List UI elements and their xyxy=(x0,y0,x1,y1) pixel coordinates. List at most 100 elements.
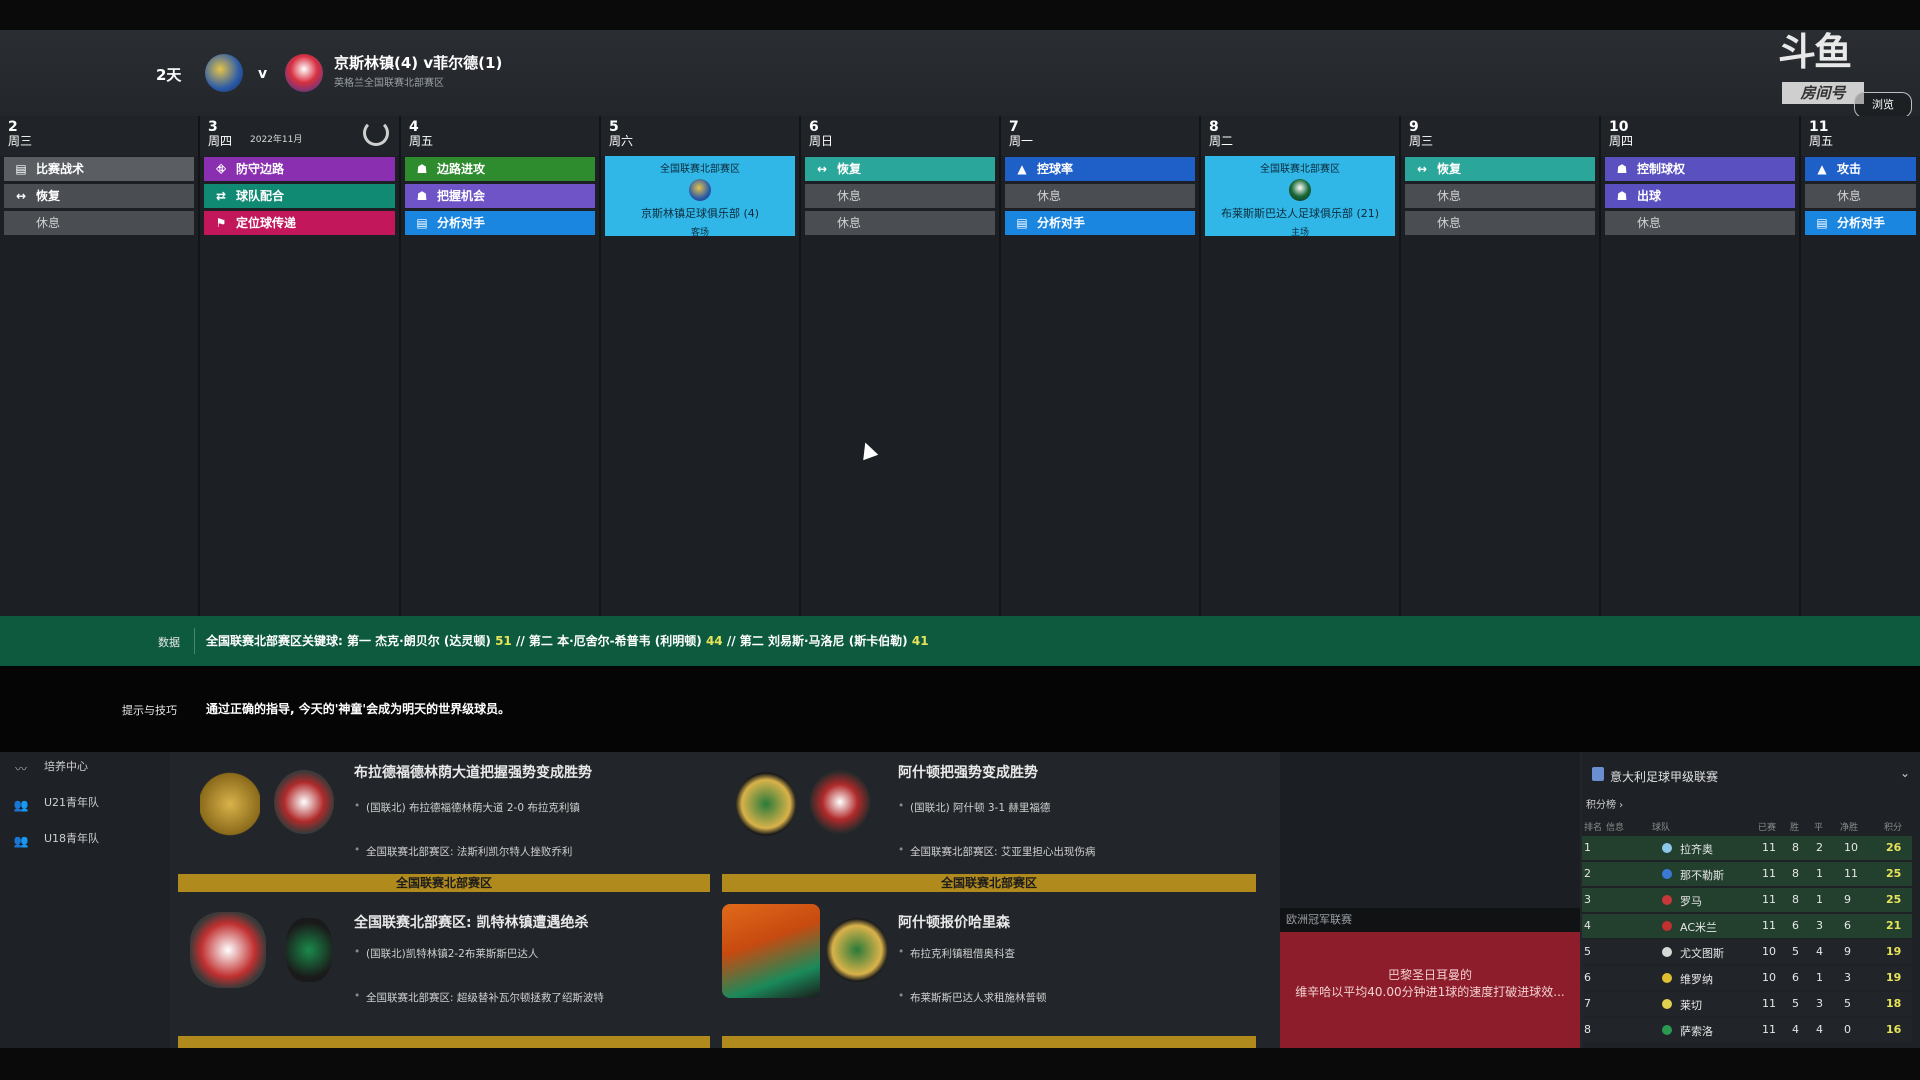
day-header: 2 周三 xyxy=(0,116,198,156)
calendar-day[interactable]: 3 周四 2022年11月 ⛗ 防守边路 ⇄ 球队配合 ⚑ 定位球传递 xyxy=(200,116,401,616)
news-card[interactable]: 全国联赛北部赛区: 凯特林镇遭遇绝杀 (国联北)凯特林镇2-2布莱斯斯巴达人 全… xyxy=(178,904,710,1028)
attack-icon: ▲ xyxy=(1817,162,1827,176)
session-slot[interactable]: ↔ 恢复 xyxy=(805,157,995,181)
session-slot[interactable]: 休息 xyxy=(4,211,194,235)
away-match-card[interactable]: 全国联赛北部赛区 京斯林镇足球俱乐部 (4) 客场 xyxy=(605,156,795,238)
calendar-day[interactable]: 2 周三 ▤ 比赛战术 ↔ 恢复 休息 xyxy=(0,116,200,616)
session-slot[interactable]: ☗ 边路进攻 xyxy=(405,157,595,181)
news-card[interactable]: 布拉德福德林荫大道把握强势变成胜势 (国联北) 布拉德福德林荫大道 2-0 布拉… xyxy=(178,752,710,876)
left-nav: 〰培养中心 👥 U21青年队 👥 U18青年队 xyxy=(0,752,170,1048)
club-badge-icon xyxy=(1662,921,1672,931)
calendar-day[interactable]: 4 周五 ☗ 边路进攻 ☗ 把握机会 ▤ 分析对手 xyxy=(401,116,601,616)
table-cell-d: 1 xyxy=(1816,971,1823,984)
table-cell-pts: 25 xyxy=(1886,893,1902,906)
table-row[interactable]: 4 AC米兰 11 6 3 6 21 xyxy=(1582,914,1912,938)
table-cell-team: 萨索洛 xyxy=(1680,1025,1713,1038)
news-bullet: (国联北) 布拉德福德林荫大道 2-0 布拉克利镇 xyxy=(354,800,580,815)
calendar-day[interactable]: 5 周六 全国联赛北部赛区 京斯林镇足球俱乐部 (4) 客场 xyxy=(601,116,801,616)
session-slot[interactable]: ↔ 恢复 xyxy=(4,184,194,208)
table-cell-pts: 21 xyxy=(1886,919,1902,932)
nav-item-development-centre[interactable]: 〰培养中心 xyxy=(10,756,88,778)
session-slot[interactable]: 休息 xyxy=(1005,184,1195,208)
session-slot[interactable]: ▤ 比赛战术 xyxy=(4,157,194,181)
table-cell-pos: 3 xyxy=(1584,893,1591,906)
away-club-crest-icon[interactable] xyxy=(285,54,323,92)
teamwork-icon: ⇄ xyxy=(215,189,227,203)
table-row[interactable]: 1 拉齐奥 11 8 2 10 26 xyxy=(1582,836,1912,860)
session-slot[interactable]: 休息 xyxy=(805,211,995,235)
nav-item-u18[interactable]: 👥 U18青年队 xyxy=(10,828,100,850)
session-slot[interactable]: ☗ 把握机会 xyxy=(405,184,595,208)
day-number: 9 xyxy=(1409,119,1419,135)
news-card[interactable]: 阿什顿报价哈里森 布拉克利镇租借奥科查 布莱斯斯巴达人求租施林普顿 xyxy=(722,904,1254,1028)
chance-icon: ☗ xyxy=(416,189,428,203)
day-header: 11 周五 xyxy=(1801,116,1920,156)
session-slot[interactable]: ⛗ 防守边路 xyxy=(204,157,395,181)
club-badge-icon xyxy=(1662,999,1672,1009)
home-match-card[interactable]: 全国联赛北部赛区 布莱斯斯巴达人足球俱乐部 (21) 主场 xyxy=(1205,156,1395,238)
session-slot[interactable]: ▤ 分析对手 xyxy=(1005,211,1195,235)
session-slot[interactable]: ↔ 恢复 xyxy=(1405,157,1595,181)
calendar-day[interactable]: 9 周三 ↔ 恢复 休息 休息 xyxy=(1401,116,1601,616)
table-row[interactable]: 7 莱切 11 5 3 5 18 xyxy=(1582,992,1912,1016)
table-cell-gd: 0 xyxy=(1844,1023,1851,1036)
table-cell-d: 3 xyxy=(1816,919,1823,932)
news-ribbon xyxy=(722,1036,1256,1048)
table-cell-gd: 11 xyxy=(1844,867,1858,880)
session-slot[interactable]: ▲ 控球率 xyxy=(1005,157,1195,181)
session-slot[interactable]: ▲ 攻击 xyxy=(1805,157,1916,181)
standings-link[interactable]: 积分榜 › xyxy=(1586,796,1623,811)
table-cell-p: 11 xyxy=(1762,841,1776,854)
session-slot[interactable]: 休息 xyxy=(1405,184,1595,208)
news-bullet: (国联北)凯特林镇2-2布莱斯斯巴达人 xyxy=(354,946,538,961)
calendar-day[interactable]: 7 周一 ▲ 控球率 休息 ▤ 分析对手 xyxy=(1001,116,1201,616)
background-inbox-view: 〰培养中心 👥 U21青年队 👥 U18青年队 布拉德福德林荫大道把握强势变成胜势 … xyxy=(0,752,1920,1048)
table-cell-w: 5 xyxy=(1792,997,1799,1010)
calendar-day[interactable]: 6 周日 ↔ 恢复 休息 休息 xyxy=(801,116,1001,616)
analysis-icon: ▤ xyxy=(416,216,428,230)
recovery-icon: ↔ xyxy=(816,162,828,176)
data-ticker-text: 全国联赛北部赛区关键球: 第一 杰克·朗贝尔 (达灵顿) 51 // 第二 本·… xyxy=(206,634,929,648)
session-slot[interactable]: ⚑ 定位球传递 xyxy=(204,211,395,235)
table-cell-team: 莱切 xyxy=(1680,999,1702,1012)
session-slot[interactable]: ▤ 分析对手 xyxy=(405,211,595,235)
news-card[interactable]: 阿什顿把强势变成胜势 (国联北) 阿什顿 3-1 赫里福德 全国联赛北部赛区: … xyxy=(722,752,1254,876)
league-title[interactable]: 意大利足球甲级联赛 xyxy=(1610,768,1718,785)
day-weekday: 周三 xyxy=(8,134,33,148)
table-row[interactable]: 8 萨索洛 11 4 4 0 16 xyxy=(1582,1018,1912,1042)
club-crest-icon xyxy=(200,772,260,836)
table-cell-gd: 9 xyxy=(1844,893,1851,906)
session-slot[interactable]: ▤ 分析对手 xyxy=(1805,211,1916,235)
club-badge-icon xyxy=(1662,843,1672,853)
session-slot[interactable]: ⇄ 球队配合 xyxy=(204,184,395,208)
table-cell-p: 11 xyxy=(1762,867,1776,880)
recovery-icon: ↔ xyxy=(15,189,27,203)
session-slot[interactable]: ☗ 控制球权 xyxy=(1605,157,1795,181)
tips-bar: 提示与技巧 通过正确的指导, 今天的'神童'会成为明天的世界级球员。 xyxy=(0,666,1920,752)
nav-item-u21[interactable]: 👥 U21青年队 xyxy=(10,792,100,814)
club-badge-icon xyxy=(1662,895,1672,905)
calendar-day[interactable]: 8 周二 全国联赛北部赛区 布莱斯斯巴达人足球俱乐部 (21) 主场 xyxy=(1201,116,1401,616)
table-cell-d: 1 xyxy=(1816,893,1823,906)
home-club-crest-icon[interactable] xyxy=(205,54,243,92)
chevron-down-icon[interactable]: ⌄ xyxy=(1900,766,1910,780)
table-row[interactable]: 6 维罗纳 10 6 1 3 19 xyxy=(1582,966,1912,990)
calendar-day[interactable]: 10 周四 ☗ 控制球权 ☗ 出球 休息 xyxy=(1601,116,1801,616)
table-row[interactable]: 5 尤文图斯 10 5 4 9 19 xyxy=(1582,940,1912,964)
tour-button[interactable]: 浏览 xyxy=(1854,92,1912,118)
cl-news-line: 巴黎圣日耳曼的 xyxy=(1387,968,1472,982)
match-title[interactable]: 京斯林镇(4) v菲尔德(1) xyxy=(334,52,502,73)
day-weekday: 周六 xyxy=(609,134,634,148)
session-slot[interactable]: 休息 xyxy=(805,184,995,208)
session-slot[interactable]: 休息 xyxy=(1405,211,1595,235)
session-slot[interactable]: 休息 xyxy=(1605,211,1795,235)
champions-league-news[interactable]: 巴黎圣日耳曼的 维辛哈以平均40.00分钟进1球的速度打破进球效... xyxy=(1280,932,1580,1048)
table-row[interactable]: 3 罗马 11 8 1 9 25 xyxy=(1582,888,1912,912)
stream-logo: 斗鱼 xyxy=(1778,30,1852,74)
session-slot[interactable]: 休息 xyxy=(1805,184,1916,208)
session-slot[interactable]: ☗ 出球 xyxy=(1605,184,1795,208)
news-bullet: 全国联赛北部赛区: 法斯利凯尔特人挫败乔利 xyxy=(354,844,572,859)
versus-label: v xyxy=(258,66,268,82)
table-row[interactable]: 2 那不勒斯 11 8 1 11 25 xyxy=(1582,862,1912,886)
calendar-day[interactable]: 11 周五 ▲ 攻击 休息 ▤ 分析对手 xyxy=(1801,116,1920,616)
